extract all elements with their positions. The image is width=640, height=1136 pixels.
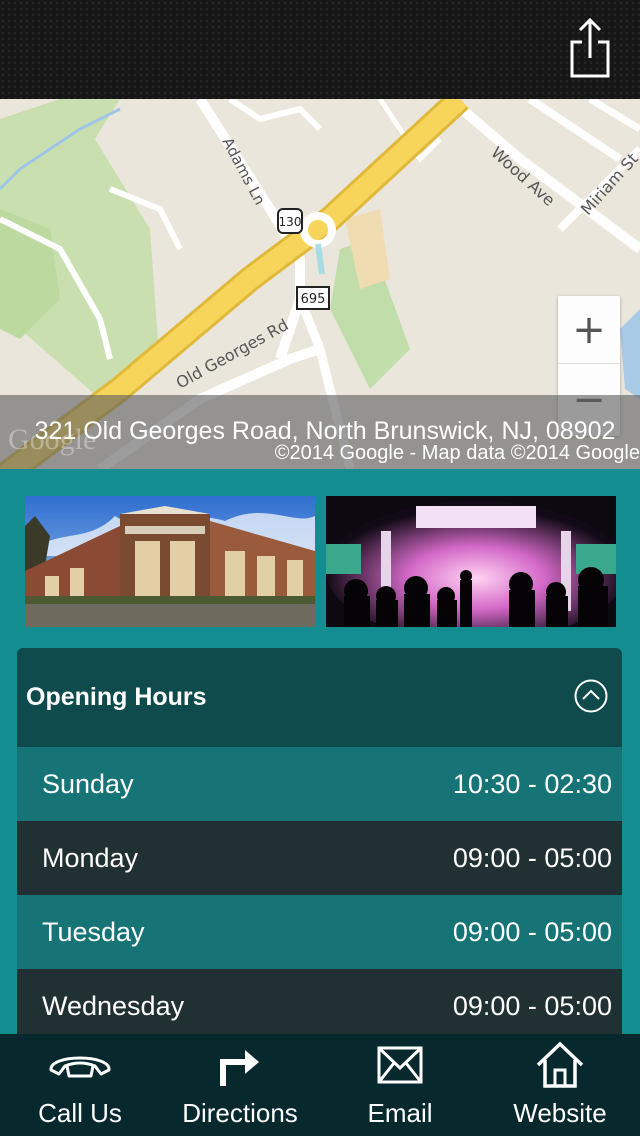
- top-bar: [0, 0, 640, 99]
- street-label-adams: Adams Ln: [218, 134, 269, 208]
- chevron-up-icon[interactable]: [574, 679, 608, 713]
- day-label: Sunday: [42, 769, 134, 799]
- day-label: Wednesday: [42, 991, 185, 1021]
- building-photo[interactable]: [25, 496, 315, 627]
- call-us-label: Call Us: [38, 1098, 122, 1128]
- hours-row-sunday: Sunday 10:30 - 02:30: [17, 747, 622, 821]
- home-icon: [536, 1041, 584, 1088]
- route-695-shield: 695: [296, 286, 330, 310]
- call-us-button[interactable]: Call Us: [0, 1034, 160, 1136]
- map-attribution[interactable]: ©2014 Google - Map data ©2014 Google: [275, 442, 640, 465]
- map-view[interactable]: 130 695 Adams Ln Old Georges Rd Wood Ave…: [0, 99, 640, 469]
- stage-image: [326, 496, 616, 627]
- building-image: [25, 496, 315, 627]
- bottom-nav-bar: Call Us Directions Email Website: [0, 1034, 640, 1136]
- website-label: Website: [513, 1098, 607, 1128]
- opening-hours-title: Opening Hours: [26, 683, 207, 711]
- route-130-label: 130: [279, 215, 302, 229]
- directions-label: Directions: [182, 1098, 298, 1128]
- us-130-shield: 130: [277, 208, 303, 234]
- directions-button[interactable]: Directions: [160, 1034, 320, 1136]
- opening-hours-header[interactable]: Opening Hours: [17, 648, 622, 747]
- hours-row-monday: Monday 09:00 - 05:00: [17, 821, 622, 895]
- time-value: 10:30 - 02:30: [452, 769, 612, 799]
- email-button[interactable]: Email: [320, 1034, 480, 1136]
- zoom-in-button[interactable]: +: [558, 296, 620, 364]
- email-label: Email: [367, 1098, 433, 1128]
- hours-row-tuesday: Tuesday 09:00 - 05:00: [17, 895, 622, 969]
- day-label: Tuesday: [42, 917, 145, 947]
- stage-photo[interactable]: [326, 496, 616, 627]
- street-label-miriam: Miriam St: [577, 149, 640, 218]
- time-value: 09:00 - 05:00: [452, 917, 612, 947]
- hours-row-wednesday: Wednesday 09:00 - 05:00: [17, 969, 622, 1043]
- arrow-turn-right-icon: [220, 1050, 259, 1086]
- share-icon: [570, 17, 610, 78]
- time-value: 09:00 - 05:00: [452, 991, 612, 1021]
- share-button[interactable]: [570, 17, 610, 78]
- time-value: 09:00 - 05:00: [452, 843, 612, 873]
- day-label: Monday: [42, 843, 139, 873]
- website-button[interactable]: Website: [480, 1034, 640, 1136]
- phone-icon: [49, 1056, 111, 1078]
- route-695-label: 695: [301, 292, 326, 307]
- envelope-icon: [377, 1046, 423, 1084]
